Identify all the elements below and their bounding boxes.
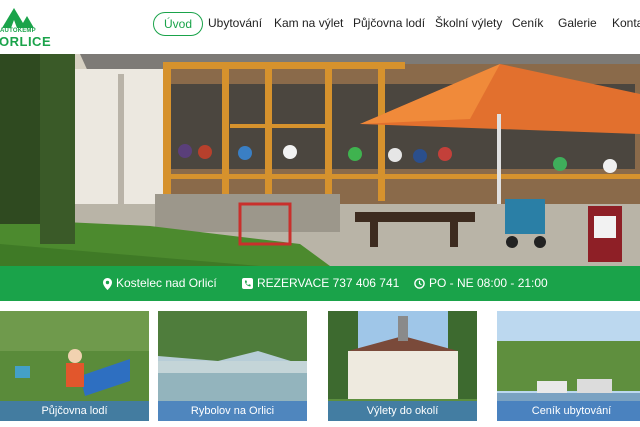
phone-icon xyxy=(242,278,253,290)
nav-item-uvod[interactable]: Úvod xyxy=(153,12,204,36)
site-logo[interactable]: AUTOKEMP ORLICE xyxy=(0,6,51,49)
site-header: AUTOKEMP ORLICE Úvod Ubytování Kam na vý… xyxy=(0,0,640,54)
nav-item-galerie[interactable]: Galerie xyxy=(558,12,597,36)
opening-hours-text: PO - NE 08:00 - 21:00 xyxy=(429,276,548,290)
hero-image xyxy=(0,54,640,266)
tile-trips[interactable]: Výlety do okolí xyxy=(328,311,477,421)
tile-caption: Rybolov na Orlici xyxy=(158,401,307,421)
nav-item-pujcovna-lodi[interactable]: Půjčovna lodí xyxy=(353,12,425,36)
campsite-terrace-picture xyxy=(0,54,640,266)
nav-item-ubytovani[interactable]: Ubytování xyxy=(208,12,262,36)
location-text: Kostelec nad Orlicí xyxy=(116,276,217,290)
nav-item-kam-na-vylet[interactable]: Kam na výlet xyxy=(274,12,343,36)
reservation-info[interactable]: REZERVACE 737 406 741 xyxy=(242,266,399,301)
logo-main-text: ORLICE xyxy=(0,34,52,49)
nav-item-skolni-vylety[interactable]: Školní výlety xyxy=(435,12,502,36)
tile-boat-rental[interactable]: Půjčovna lodí xyxy=(0,311,149,421)
tile-fishing[interactable]: Rybolov na Orlici xyxy=(158,311,307,421)
feature-tiles: Půjčovna lodí Rybolov na Orlici Výlety d… xyxy=(0,301,640,427)
opening-hours-info: PO - NE 08:00 - 21:00 xyxy=(414,266,548,301)
tile-caption: Výlety do okolí xyxy=(328,401,477,421)
info-bar: Kostelec nad Orlicí REZERVACE 737 406 74… xyxy=(0,266,640,301)
clock-icon xyxy=(414,278,425,290)
tent-logo-icon xyxy=(2,8,34,28)
location-info[interactable]: Kostelec nad Orlicí xyxy=(103,266,217,301)
tile-pricing[interactable]: Ceník ubytování xyxy=(497,311,640,421)
nav-item-cenik[interactable]: Ceník xyxy=(512,12,543,36)
nav-item-kontakt[interactable]: Konta xyxy=(612,12,640,36)
map-pin-icon xyxy=(103,277,112,290)
tile-caption: Ceník ubytování xyxy=(497,401,640,421)
reservation-text: REZERVACE 737 406 741 xyxy=(257,276,400,290)
tile-caption: Půjčovna lodí xyxy=(0,401,149,421)
